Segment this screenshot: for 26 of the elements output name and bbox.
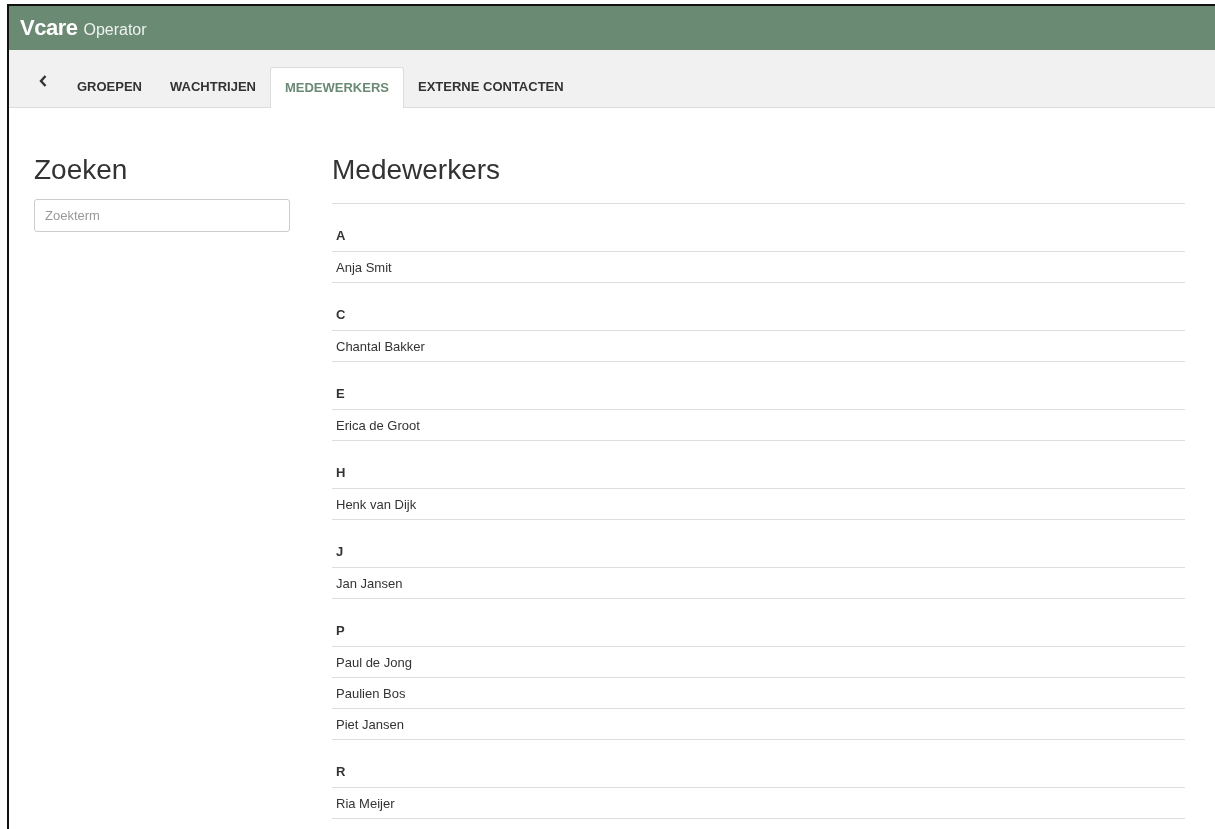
employee-item[interactable]: Anja Smit — [332, 252, 1185, 283]
product-name: Operator — [83, 20, 147, 39]
employee-item[interactable]: Henk van Dijk — [332, 489, 1185, 520]
search-field[interactable]: Zoekterm — [34, 199, 290, 232]
employee-item[interactable]: Ria Meijer — [332, 788, 1185, 819]
logo: Vcare — [20, 15, 78, 41]
tab[interactable]: MEDEWERKERS — [269, 67, 404, 108]
group-letter: R — [332, 756, 1185, 788]
tab[interactable]: EXTERNE CONTACTEN — [404, 67, 578, 107]
tab[interactable]: GROEPEN — [63, 67, 156, 107]
back-icon[interactable] — [39, 75, 47, 87]
group-letter: J — [332, 536, 1185, 568]
group-letter: A — [332, 220, 1185, 252]
employee-item[interactable]: Erica de Groot — [332, 410, 1185, 441]
employee-item[interactable]: Jan Jansen — [332, 568, 1185, 599]
employee-item[interactable]: Piet Jansen — [332, 709, 1185, 740]
group-letter: E — [332, 378, 1185, 410]
search-heading: Zoeken — [34, 153, 129, 187]
group-letter: P — [332, 615, 1185, 647]
employee-item[interactable]: Paul de Jong — [332, 647, 1185, 678]
group-letter: C — [332, 299, 1185, 331]
list-heading: Medewerkers — [332, 153, 502, 187]
group-letter: H — [332, 457, 1185, 489]
employee-item[interactable]: Chantal Bakker — [332, 331, 1185, 362]
tab[interactable]: WACHTRIJEN — [156, 67, 270, 107]
employee-item[interactable]: Paulien Bos — [332, 678, 1185, 709]
